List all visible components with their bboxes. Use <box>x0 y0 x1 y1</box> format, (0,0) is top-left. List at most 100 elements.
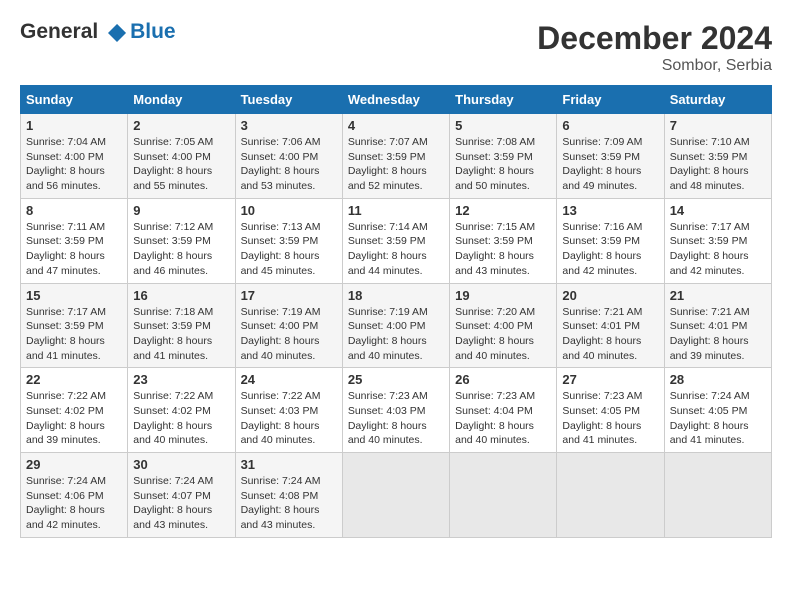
week-row-4: 22Sunrise: 7:22 AMSunset: 4:02 PMDayligh… <box>21 368 772 453</box>
day-number: 7 <box>670 118 766 133</box>
calendar-cell: 30 Sunrise: 7:24 AMSunset: 4:07 PMDayligh… <box>128 453 235 538</box>
header-wednesday: Wednesday <box>342 86 449 114</box>
day-number: 23 <box>133 372 229 387</box>
day-info: Sunrise: 7:15 AMSunset: 3:59 PMDaylight:… <box>455 220 551 279</box>
day-info: Sunrise: 7:17 AMSunset: 3:59 PMDaylight:… <box>670 220 766 279</box>
day-info: Sunrise: 7:10 AMSunset: 3:59 PMDaylight:… <box>670 135 766 194</box>
calendar-cell <box>664 453 771 538</box>
calendar-cell: 25Sunrise: 7:23 AMSunset: 4:03 PMDayligh… <box>342 368 449 453</box>
calendar-cell: 13 Sunrise: 7:16 AMSunset: 3:59 PMDayligh… <box>557 198 664 283</box>
day-info: Sunrise: 7:18 AMSunset: 3:59 PMDaylight:… <box>133 305 229 364</box>
header-tuesday: Tuesday <box>235 86 342 114</box>
day-number: 31 <box>241 457 337 472</box>
day-info: Sunrise: 7:19 AMSunset: 4:00 PMDaylight:… <box>348 305 444 364</box>
calendar-cell: 6 Sunrise: 7:09 AMSunset: 3:59 PMDaylight… <box>557 114 664 199</box>
calendar-cell: 3Sunrise: 7:06 AMSunset: 4:00 PMDaylight… <box>235 114 342 199</box>
day-number: 13 <box>562 203 658 218</box>
calendar-cell: 8Sunrise: 7:11 AMSunset: 3:59 PMDaylight… <box>21 198 128 283</box>
calendar-cell: 29 Sunrise: 7:24 AMSunset: 4:06 PMDayligh… <box>21 453 128 538</box>
day-info: Sunrise: 7:22 AMSunset: 4:03 PMDaylight:… <box>241 389 337 448</box>
calendar-cell: 31 Sunrise: 7:24 AMSunset: 4:08 PMDayligh… <box>235 453 342 538</box>
day-number: 12 <box>455 203 551 218</box>
day-info: Sunrise: 7:24 AMSunset: 4:07 PMDaylight:… <box>133 474 229 533</box>
week-row-1: 1 Sunrise: 7:04 AMSunset: 4:00 PMDaylight… <box>21 114 772 199</box>
day-number: 20 <box>562 288 658 303</box>
day-number: 15 <box>26 288 122 303</box>
calendar-header-row: SundayMondayTuesdayWednesdayThursdayFrid… <box>21 86 772 114</box>
calendar-cell <box>557 453 664 538</box>
day-info: Sunrise: 7:20 AMSunset: 4:00 PMDaylight:… <box>455 305 551 364</box>
header-friday: Friday <box>557 86 664 114</box>
day-number: 6 <box>562 118 658 133</box>
day-number: 17 <box>241 288 337 303</box>
day-info: Sunrise: 7:19 AMSunset: 4:00 PMDaylight:… <box>241 305 337 364</box>
day-number: 24 <box>241 372 337 387</box>
day-number: 10 <box>241 203 337 218</box>
day-number: 14 <box>670 203 766 218</box>
header-sunday: Sunday <box>21 86 128 114</box>
day-info: Sunrise: 7:24 AMSunset: 4:08 PMDaylight:… <box>241 474 337 533</box>
day-info: Sunrise: 7:12 AMSunset: 3:59 PMDaylight:… <box>133 220 229 279</box>
page-header: General Blue December 2024 Sombor, Serbi… <box>20 20 772 75</box>
calendar-cell: 21 Sunrise: 7:21 AMSunset: 4:01 PMDayligh… <box>664 283 771 368</box>
calendar-subtitle: Sombor, Serbia <box>537 57 772 75</box>
calendar-cell <box>342 453 449 538</box>
day-info: Sunrise: 7:22 AMSunset: 4:02 PMDaylight:… <box>26 389 122 448</box>
header-monday: Monday <box>128 86 235 114</box>
title-section: December 2024 Sombor, Serbia <box>537 20 772 75</box>
calendar-cell: 16 Sunrise: 7:18 AMSunset: 3:59 PMDayligh… <box>128 283 235 368</box>
day-number: 18 <box>348 288 444 303</box>
week-row-5: 29 Sunrise: 7:24 AMSunset: 4:06 PMDayligh… <box>21 453 772 538</box>
logo-text-general: General <box>20 20 98 43</box>
calendar-cell: 22Sunrise: 7:22 AMSunset: 4:02 PMDayligh… <box>21 368 128 453</box>
day-info: Sunrise: 7:13 AMSunset: 3:59 PMDaylight:… <box>241 220 337 279</box>
day-number: 1 <box>26 118 122 133</box>
day-number: 29 <box>26 457 122 472</box>
week-row-2: 8Sunrise: 7:11 AMSunset: 3:59 PMDaylight… <box>21 198 772 283</box>
day-number: 16 <box>133 288 229 303</box>
calendar-cell: 24 Sunrise: 7:22 AMSunset: 4:03 PMDayligh… <box>235 368 342 453</box>
calendar-cell: 18 Sunrise: 7:19 AMSunset: 4:00 PMDayligh… <box>342 283 449 368</box>
logo-flag-icon <box>106 22 128 44</box>
calendar-cell: 28Sunrise: 7:24 AMSunset: 4:05 PMDayligh… <box>664 368 771 453</box>
day-number: 9 <box>133 203 229 218</box>
week-row-3: 15 Sunrise: 7:17 AMSunset: 3:59 PMDayligh… <box>21 283 772 368</box>
day-info: Sunrise: 7:08 AMSunset: 3:59 PMDaylight:… <box>455 135 551 194</box>
day-info: Sunrise: 7:09 AMSunset: 3:59 PMDaylight:… <box>562 135 658 194</box>
day-number: 26 <box>455 372 551 387</box>
calendar-cell: 9 Sunrise: 7:12 AMSunset: 3:59 PMDaylight… <box>128 198 235 283</box>
day-info: Sunrise: 7:23 AMSunset: 4:03 PMDaylight:… <box>348 389 444 448</box>
day-info: Sunrise: 7:21 AMSunset: 4:01 PMDaylight:… <box>562 305 658 364</box>
day-number: 27 <box>562 372 658 387</box>
day-number: 19 <box>455 288 551 303</box>
day-info: Sunrise: 7:23 AMSunset: 4:04 PMDaylight:… <box>455 389 551 448</box>
calendar-cell: 26 Sunrise: 7:23 AMSunset: 4:04 PMDayligh… <box>450 368 557 453</box>
day-number: 30 <box>133 457 229 472</box>
day-number: 21 <box>670 288 766 303</box>
header-saturday: Saturday <box>664 86 771 114</box>
calendar-cell: 14 Sunrise: 7:17 AMSunset: 3:59 PMDayligh… <box>664 198 771 283</box>
day-number: 5 <box>455 118 551 133</box>
day-info: Sunrise: 7:14 AMSunset: 3:59 PMDaylight:… <box>348 220 444 279</box>
day-info: Sunrise: 7:17 AMSunset: 3:59 PMDaylight:… <box>26 305 122 364</box>
calendar-cell: 4 Sunrise: 7:07 AMSunset: 3:59 PMDaylight… <box>342 114 449 199</box>
day-number: 2 <box>133 118 229 133</box>
day-info: Sunrise: 7:16 AMSunset: 3:59 PMDaylight:… <box>562 220 658 279</box>
day-info: Sunrise: 7:22 AMSunset: 4:02 PMDaylight:… <box>133 389 229 448</box>
calendar-cell: 20 Sunrise: 7:21 AMSunset: 4:01 PMDayligh… <box>557 283 664 368</box>
day-info: Sunrise: 7:04 AMSunset: 4:00 PMDaylight:… <box>26 135 122 194</box>
calendar-cell: 10 Sunrise: 7:13 AMSunset: 3:59 PMDayligh… <box>235 198 342 283</box>
calendar-cell: 2 Sunrise: 7:05 AMSunset: 4:00 PMDaylight… <box>128 114 235 199</box>
day-number: 4 <box>348 118 444 133</box>
day-info: Sunrise: 7:05 AMSunset: 4:00 PMDaylight:… <box>133 135 229 194</box>
calendar-cell: 11Sunrise: 7:14 AMSunset: 3:59 PMDayligh… <box>342 198 449 283</box>
day-info: Sunrise: 7:07 AMSunset: 3:59 PMDaylight:… <box>348 135 444 194</box>
calendar-cell: 27Sunrise: 7:23 AMSunset: 4:05 PMDayligh… <box>557 368 664 453</box>
calendar-cell <box>450 453 557 538</box>
day-info: Sunrise: 7:24 AMSunset: 4:06 PMDaylight:… <box>26 474 122 533</box>
day-info: Sunrise: 7:21 AMSunset: 4:01 PMDaylight:… <box>670 305 766 364</box>
calendar-cell: 5 Sunrise: 7:08 AMSunset: 3:59 PMDaylight… <box>450 114 557 199</box>
logo: General Blue <box>20 20 176 44</box>
header-thursday: Thursday <box>450 86 557 114</box>
calendar-table: SundayMondayTuesdayWednesdayThursdayFrid… <box>20 85 772 538</box>
